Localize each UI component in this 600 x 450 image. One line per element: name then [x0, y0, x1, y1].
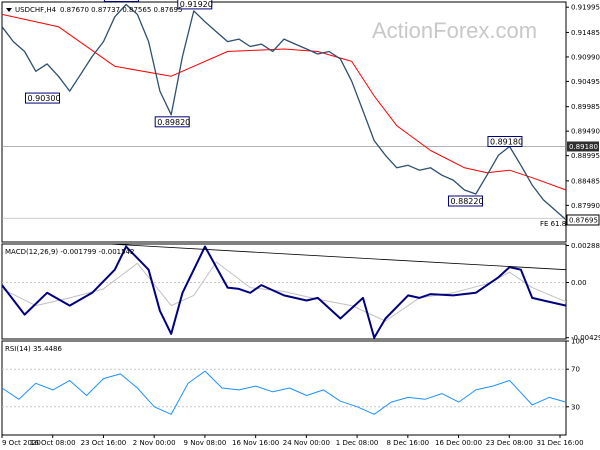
rsi-y-tick-label: 70 [571, 366, 580, 374]
macd-y-tick-label: 0.00288 [571, 242, 600, 250]
swing-label: 0.89180 [490, 137, 523, 146]
watermark: ActionForex.com [372, 18, 537, 43]
macd-title: MACD(12,26,9) -0.001799 -0.001542 [5, 248, 134, 256]
swing-label: 0.90300 [27, 94, 60, 103]
x-tick-label: 16 Nov 16:00 [232, 439, 279, 447]
price-y-tick-label: 0.90495 [571, 78, 600, 86]
swing-label: 0.88220 [450, 197, 483, 206]
price-y-tick-label: 0.91995 [571, 4, 600, 12]
price-y-tick-label: 0.88995 [571, 152, 600, 160]
price-y-tick-label: 0.87990 [571, 202, 600, 210]
x-tick-label: 8 Dec 16:00 [387, 439, 430, 447]
forex-chart: ActionForex.com 9 Oct 202016 Oct 08:00 23… [1, 0, 600, 447]
fe-label: FE 61.8 [540, 220, 566, 228]
rsi-y-tick-label: 100 [571, 338, 584, 346]
price-y-tick-label: 0.89985 [571, 103, 600, 111]
x-tick-label: 16 Oct 08:00 [30, 439, 76, 447]
price-y-tick-label: 0.90990 [571, 53, 600, 61]
x-tick-label: 2 Nov 00:00 [133, 439, 176, 447]
symbol-label: USDCHF,H4 [15, 6, 57, 14]
price-y-tick-label: 0.89490 [571, 128, 600, 136]
price-y-tick-label: 0.91485 [571, 29, 600, 37]
swing-label: 0.89820 [157, 118, 190, 127]
x-tick-label: 31 Dec 16:00 [536, 439, 583, 447]
rsi-y-tick-label: 30 [571, 403, 580, 411]
rsi-panel-frame [1, 340, 567, 436]
price-y-tick-label: 0.88485 [571, 177, 600, 185]
quote-label: 0.87670 0.87737 0.87565 0.87695 [60, 6, 182, 14]
level-line-value: 0.89180 [569, 143, 598, 151]
x-tick-label: 1 Dec 08:00 [336, 439, 379, 447]
x-tick-label: 24 Nov 00:00 [283, 439, 330, 447]
swing-label: 0.92070 [106, 0, 139, 1]
swing-label: 0.91920 [180, 0, 213, 9]
last-price-value: 0.87695 [569, 216, 598, 224]
x-tick-label: 9 Nov 08:00 [184, 439, 227, 447]
macd-y-tick-label: 0.00 [571, 279, 587, 287]
rsi-title: RSI(14) 35.4486 [5, 345, 62, 353]
x-tick-label: 16 Dec 00:00 [435, 439, 482, 447]
x-tick-label: 23 Oct 16:00 [81, 439, 127, 447]
x-tick-label: 23 Dec 08:00 [486, 439, 533, 447]
